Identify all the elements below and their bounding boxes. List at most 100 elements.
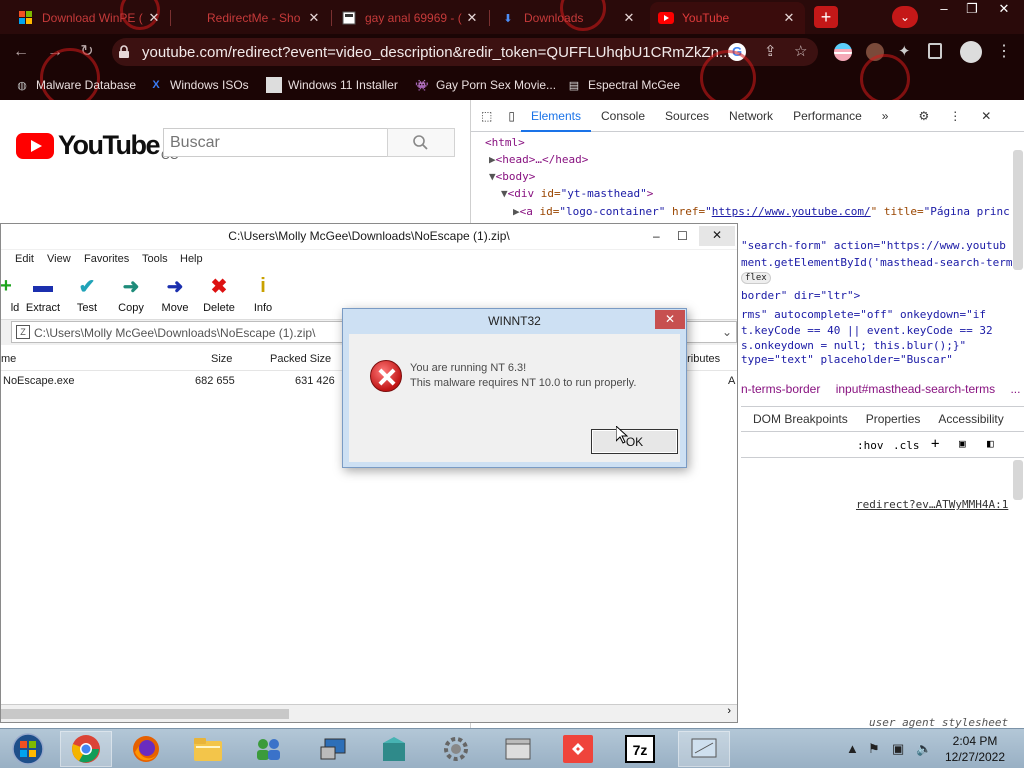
col-name[interactable]: me	[1, 353, 16, 365]
breadcrumb-item[interactable]: input#masthead-search-terms	[836, 382, 995, 396]
tab-properties[interactable]: Properties	[866, 412, 921, 426]
collapse-triangle-icon[interactable]: ▼	[489, 170, 496, 183]
scrollbar-thumb[interactable]	[1, 709, 289, 719]
close-devtools-icon[interactable]: ✕	[971, 100, 1001, 132]
tab-gay-anal[interactable]: gay anal 69969 - ( ✕	[333, 2, 488, 34]
taskbar-file-explorer[interactable]	[182, 731, 234, 767]
menu-view[interactable]: View	[47, 253, 71, 265]
system-clock[interactable]: 2:04 PM 12/27/2022	[940, 733, 1010, 765]
col-size[interactable]: Size	[211, 353, 232, 365]
close-window-icon[interactable]: ✕	[990, 0, 1018, 20]
taskbar-anydesk[interactable]	[552, 731, 604, 767]
expand-triangle-icon[interactable]: ▶	[489, 153, 496, 166]
tab-youtube[interactable]: YouTube ✕	[650, 2, 805, 34]
network-icon[interactable]: ▣	[892, 741, 904, 757]
close-tab-icon[interactable]: ✕	[464, 10, 480, 26]
dom-node[interactable]: s.onkeydown = null; this.blur();}"	[741, 339, 966, 352]
url-text[interactable]: youtube.com/redirect?event=video_descrip…	[142, 44, 731, 61]
dom-node[interactable]: ▼<div id="yt-masthead">	[501, 187, 653, 200]
show-hidden-icons-chevron-icon[interactable]: ▲	[846, 741, 859, 756]
tab-search-chevron-icon[interactable]: ⌄	[892, 6, 918, 28]
extensions-puzzle-icon[interactable]: ✦	[898, 43, 916, 61]
tab-sources[interactable]: Sources	[655, 100, 719, 132]
close-icon[interactable]: ✕	[655, 310, 685, 329]
hover-state-toggle[interactable]: :hov	[857, 439, 884, 452]
tab-downloads[interactable]: ⬇ Downloads ✕	[492, 2, 645, 34]
menu-favorites[interactable]: Favorites	[84, 253, 129, 265]
taskbar-7zip[interactable]: 7z	[614, 731, 666, 767]
breadcrumb-item[interactable]: n-terms-border	[741, 382, 820, 396]
dom-node[interactable]: rms" autocomplete="off" onkeydown="if	[741, 308, 986, 321]
profile-avatar-icon[interactable]	[960, 41, 982, 63]
bookmark-windows-isos[interactable]: X Windows ISOs	[148, 76, 248, 94]
extract-button[interactable]: ▬ Extract	[18, 274, 68, 315]
taskbar-display-settings[interactable]	[678, 731, 730, 767]
computed-sidebar-icon[interactable]: ◧	[987, 437, 994, 450]
minimize-window-icon[interactable]: –	[930, 0, 958, 20]
minimize-icon[interactable]: –	[653, 224, 660, 248]
bookmark-windows-11-installer[interactable]: Windows 11 Installer	[266, 76, 398, 94]
bookmark-espectral-mcgee[interactable]: ▤ Espectral McGee	[566, 76, 680, 94]
breadcrumb-item[interactable]: ...	[1010, 382, 1020, 396]
close-icon[interactable]: ✕	[699, 226, 735, 246]
close-tab-icon[interactable]: ✕	[621, 10, 637, 26]
bookmark-star-icon[interactable]: ☆	[794, 42, 807, 60]
tab-elements[interactable]: Elements	[520, 100, 591, 132]
test-button[interactable]: ✔ Test	[62, 274, 112, 315]
volume-icon[interactable]: 🔈	[916, 741, 932, 757]
ok-button[interactable]: OK	[591, 429, 678, 454]
move-button[interactable]: ➜ Move	[150, 274, 200, 315]
taskbar-package[interactable]	[368, 731, 420, 767]
collapse-triangle-icon[interactable]: ▼	[501, 187, 508, 200]
device-toolbar-icon[interactable]: ▯	[502, 100, 521, 132]
horizontal-scrollbar[interactable]: ›	[1, 704, 737, 722]
dom-node[interactable]: t.keyCode == 40 || event.keyCode == 32	[741, 324, 993, 337]
dom-node[interactable]: ment.getElementById('masthead-search-ter…	[741, 256, 1013, 269]
dom-node[interactable]: <html>	[485, 136, 525, 149]
bookmark-malware-database[interactable]: ◍ Malware Database	[14, 76, 136, 94]
search-input[interactable]	[163, 128, 388, 157]
share-icon[interactable]: ⇪	[764, 42, 777, 60]
style-source-link[interactable]: redirect?ev…ATWyMMH4A:1	[856, 498, 1008, 511]
taskbar-settings[interactable]	[430, 731, 482, 767]
taskbar-network-users[interactable]	[242, 731, 294, 767]
class-toggle[interactable]: .cls	[893, 439, 920, 452]
tab-dom-breakpoints[interactable]: DOM Breakpoints	[753, 412, 848, 426]
bookmark-gay-porn-sex-movie[interactable]: 👾 Gay Porn Sex Movie...	[414, 76, 556, 94]
expand-triangle-icon[interactable]: ▶	[513, 205, 520, 218]
add-rule-icon[interactable]: +	[931, 436, 939, 452]
scroll-right-icon[interactable]: ›	[727, 705, 731, 717]
close-tab-icon[interactable]: ✕	[146, 10, 162, 26]
search-button[interactable]	[387, 128, 455, 157]
taskbar-chrome[interactable]	[60, 731, 112, 767]
delete-button[interactable]: ✖ Delete	[194, 274, 244, 315]
dom-scrollbar[interactable]	[1013, 150, 1023, 270]
restore-window-icon[interactable]: ❐	[958, 0, 986, 20]
settings-gear-icon[interactable]: ⚙	[908, 100, 939, 132]
dom-node[interactable]: "search-form" action="https://www.youtub	[741, 239, 1006, 252]
flex-badge[interactable]: flex	[741, 272, 771, 284]
inspect-element-icon[interactable]: ⬚	[471, 100, 502, 132]
copy-button[interactable]: ➜ Copy	[106, 274, 156, 315]
menu-edit[interactable]: Edit	[15, 253, 34, 265]
action-center-flag-icon[interactable]: ⚑	[868, 741, 880, 757]
dom-node[interactable]: ▶<a id="logo-container" href="https://ww…	[513, 205, 1010, 218]
element-state-icon[interactable]: ▣	[959, 437, 966, 450]
menu-tools[interactable]: Tools	[142, 253, 168, 265]
tab-performance[interactable]: Performance	[783, 100, 872, 132]
dom-node[interactable]: ▶<head>…</head>	[489, 153, 588, 166]
dom-node[interactable]: border" dir="ltr">	[741, 289, 860, 302]
taskbar-firefox[interactable]	[120, 731, 172, 767]
more-tabs-button[interactable]: »	[872, 100, 899, 132]
back-arrow-icon[interactable]: ←	[10, 42, 32, 62]
close-tab-icon[interactable]: ✕	[306, 10, 322, 26]
dropdown-chevron-icon[interactable]: ⌄	[722, 325, 732, 339]
tab-accessibility[interactable]: Accessibility	[938, 412, 1003, 426]
tab-redirectme[interactable]: RedirectMe - Sho ✕	[175, 2, 330, 34]
close-tab-icon[interactable]: ✕	[781, 10, 797, 26]
dom-node[interactable]: type="text" placeholder="Buscar"	[741, 353, 953, 366]
extension-flag-icon[interactable]	[834, 43, 852, 61]
new-tab-button[interactable]: +	[814, 6, 838, 28]
tab-download-winpe[interactable]: Download WinPE ( ✕	[10, 2, 170, 34]
menu-help[interactable]: Help	[180, 253, 203, 265]
